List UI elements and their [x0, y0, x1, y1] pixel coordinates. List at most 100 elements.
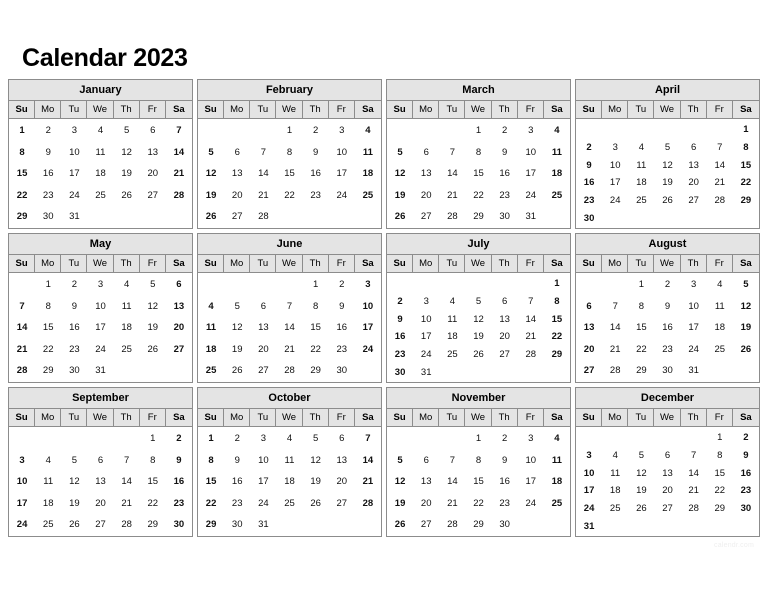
day-cell[interactable]: 8 [140, 450, 166, 472]
day-cell[interactable]: 12 [733, 296, 759, 318]
day-cell[interactable]: 24 [576, 500, 602, 518]
day-cell[interactable]: 3 [9, 450, 35, 472]
day-cell[interactable]: 15 [35, 317, 61, 339]
day-cell[interactable]: 15 [140, 471, 166, 493]
day-cell[interactable]: 28 [518, 346, 544, 364]
day-cell[interactable]: 12 [224, 317, 250, 339]
day-cell[interactable]: 25 [707, 339, 733, 361]
day-cell[interactable]: 15 [628, 317, 654, 339]
day-cell[interactable]: 30 [492, 514, 518, 536]
day-cell[interactable]: 30 [166, 514, 192, 536]
day-cell[interactable]: 1 [276, 120, 302, 142]
day-cell[interactable]: 1 [707, 428, 733, 446]
day-cell[interactable]: 7 [114, 450, 140, 472]
day-cell[interactable]: 15 [733, 156, 759, 174]
day-cell[interactable]: 28 [166, 185, 192, 207]
day-cell[interactable]: 9 [576, 156, 602, 174]
day-cell[interactable]: 13 [224, 163, 250, 185]
day-cell[interactable]: 7 [355, 428, 381, 450]
day-cell[interactable]: 17 [61, 163, 87, 185]
day-cell[interactable]: 24 [250, 493, 276, 515]
day-cell[interactable]: 24 [518, 185, 544, 207]
day-cell[interactable]: 4 [628, 138, 654, 156]
day-cell[interactable]: 17 [602, 174, 628, 192]
day-cell[interactable]: 6 [140, 120, 166, 142]
day-cell[interactable]: 15 [303, 317, 329, 339]
day-cell[interactable]: 4 [355, 120, 381, 142]
day-cell[interactable]: 5 [387, 450, 413, 472]
day-cell[interactable]: 16 [387, 328, 413, 346]
day-cell[interactable]: 27 [492, 346, 518, 364]
day-cell[interactable]: 22 [733, 174, 759, 192]
day-cell[interactable]: 8 [303, 296, 329, 318]
day-cell[interactable]: 3 [576, 446, 602, 464]
day-cell[interactable]: 25 [628, 192, 654, 210]
day-cell[interactable]: 5 [733, 274, 759, 296]
day-cell[interactable]: 12 [387, 163, 413, 185]
day-cell[interactable]: 19 [224, 339, 250, 361]
day-cell[interactable]: 4 [198, 296, 224, 318]
day-cell[interactable]: 2 [576, 138, 602, 156]
day-cell[interactable]: 27 [87, 514, 113, 536]
day-cell[interactable]: 2 [166, 428, 192, 450]
day-cell[interactable]: 18 [707, 317, 733, 339]
day-cell[interactable]: 27 [681, 192, 707, 210]
day-cell[interactable]: 11 [87, 142, 113, 164]
day-cell[interactable]: 7 [518, 292, 544, 310]
day-cell[interactable]: 21 [439, 493, 465, 515]
day-cell[interactable]: 12 [114, 142, 140, 164]
day-cell[interactable]: 18 [355, 163, 381, 185]
day-cell[interactable]: 15 [9, 163, 35, 185]
day-cell[interactable]: 7 [166, 120, 192, 142]
day-cell[interactable]: 17 [87, 317, 113, 339]
day-cell[interactable]: 26 [224, 360, 250, 382]
day-cell[interactable]: 28 [681, 500, 707, 518]
day-cell[interactable]: 16 [329, 317, 355, 339]
day-cell[interactable]: 30 [387, 364, 413, 382]
day-cell[interactable]: 13 [681, 156, 707, 174]
day-cell[interactable]: 4 [114, 274, 140, 296]
day-cell[interactable]: 19 [114, 163, 140, 185]
day-cell[interactable]: 26 [465, 346, 491, 364]
day-cell[interactable]: 14 [9, 317, 35, 339]
day-cell[interactable]: 17 [681, 317, 707, 339]
day-cell[interactable]: 8 [276, 142, 302, 164]
day-cell[interactable]: 19 [140, 317, 166, 339]
day-cell[interactable]: 17 [413, 328, 439, 346]
day-cell[interactable]: 25 [355, 185, 381, 207]
day-cell[interactable]: 5 [61, 450, 87, 472]
day-cell[interactable]: 5 [224, 296, 250, 318]
day-cell[interactable]: 14 [276, 317, 302, 339]
day-cell[interactable]: 20 [492, 328, 518, 346]
day-cell[interactable]: 12 [198, 163, 224, 185]
day-cell[interactable]: 27 [140, 185, 166, 207]
day-cell[interactable]: 27 [166, 339, 192, 361]
day-cell[interactable]: 5 [114, 120, 140, 142]
day-cell[interactable]: 8 [198, 450, 224, 472]
day-cell[interactable]: 11 [355, 142, 381, 164]
day-cell[interactable]: 24 [681, 339, 707, 361]
day-cell[interactable]: 20 [166, 317, 192, 339]
day-cell[interactable]: 20 [87, 493, 113, 515]
day-cell[interactable]: 9 [492, 450, 518, 472]
day-cell[interactable]: 30 [35, 206, 61, 228]
day-cell[interactable]: 20 [413, 185, 439, 207]
day-cell[interactable]: 6 [329, 428, 355, 450]
day-cell[interactable]: 2 [224, 428, 250, 450]
day-cell[interactable]: 29 [707, 500, 733, 518]
day-cell[interactable]: 10 [87, 296, 113, 318]
day-cell[interactable]: 6 [87, 450, 113, 472]
day-cell[interactable]: 16 [576, 174, 602, 192]
day-cell[interactable]: 9 [303, 142, 329, 164]
day-cell[interactable]: 24 [518, 493, 544, 515]
day-cell[interactable]: 9 [654, 296, 680, 318]
day-cell[interactable]: 31 [413, 364, 439, 382]
day-cell[interactable]: 3 [518, 120, 544, 142]
day-cell[interactable]: 7 [9, 296, 35, 318]
day-cell[interactable]: 18 [87, 163, 113, 185]
day-cell[interactable]: 7 [250, 142, 276, 164]
day-cell[interactable]: 29 [140, 514, 166, 536]
day-cell[interactable]: 2 [35, 120, 61, 142]
day-cell[interactable]: 31 [61, 206, 87, 228]
day-cell[interactable]: 9 [733, 446, 759, 464]
